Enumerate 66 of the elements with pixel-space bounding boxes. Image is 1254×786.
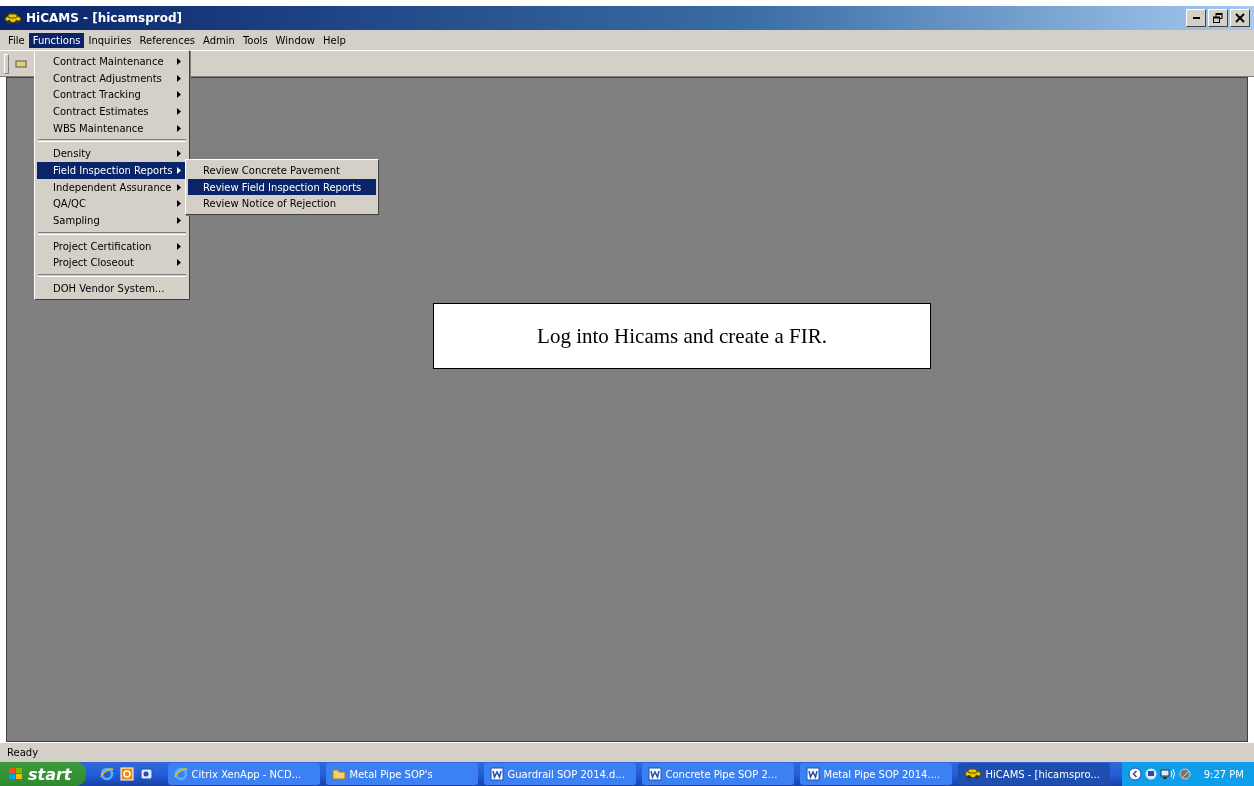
word-document-icon <box>805 767 820 781</box>
word-document-icon <box>647 767 662 781</box>
windows-icon[interactable] <box>1144 768 1157 780</box>
restore-icon <box>1213 13 1223 23</box>
minimize-icon <box>1192 17 1200 19</box>
submenu-arrow-icon <box>177 183 181 191</box>
taskbar-button[interactable]: HiCAMS - [hicamspro... <box>957 763 1110 785</box>
callout-note: Log into Hicams and create a FIR. <box>433 303 931 369</box>
menu-item[interactable]: Contract Maintenance <box>37 53 187 70</box>
menu-item[interactable]: Review Field Inspection Reports <box>188 178 376 196</box>
menu-item[interactable]: References <box>135 32 200 48</box>
submenu-arrow-icon <box>177 242 181 250</box>
submenu-arrow-icon <box>177 57 181 65</box>
menu-item[interactable]: Density <box>37 145 187 163</box>
outlook-icon[interactable] <box>119 767 134 781</box>
minimize-button[interactable] <box>1186 9 1206 27</box>
word-document-icon <box>489 767 504 781</box>
menu-item[interactable]: Admin <box>199 32 239 48</box>
menu-item[interactable]: Window <box>271 32 320 48</box>
menu-item[interactable]: Sampling <box>37 212 187 229</box>
start-button[interactable]: start <box>0 762 86 786</box>
menu-item[interactable]: File <box>4 32 29 48</box>
menu-item[interactable]: Project Closeout <box>37 254 187 272</box>
network-icon[interactable] <box>1159 768 1176 780</box>
menu-item[interactable]: QA/QC <box>37 195 187 213</box>
menu-item[interactable]: Tools <box>238 32 272 48</box>
windows-flag-icon <box>8 767 24 781</box>
menu-item[interactable]: Inquiries <box>84 32 136 48</box>
menu-item[interactable]: DOH Vendor System... <box>37 280 187 297</box>
submenu-arrow-icon <box>177 200 181 208</box>
car-icon <box>963 767 982 781</box>
browser-icon <box>173 767 188 781</box>
submenu-arrow-icon <box>177 217 181 225</box>
menu-item[interactable]: Independent Assurance <box>37 178 187 196</box>
chevron-left-icon[interactable] <box>1127 767 1142 781</box>
toolbar-grip <box>4 53 9 74</box>
submenu-arrow-icon <box>177 259 181 267</box>
menu-item[interactable]: Review Concrete Pavement <box>188 162 376 179</box>
taskbar-button[interactable]: Metal Pipe SOP's <box>325 763 478 785</box>
submenu-arrow-icon <box>177 74 181 82</box>
menu-item[interactable]: Functions <box>28 32 85 48</box>
window-title: HiCAMS - [hicamsprod] <box>26 11 183 25</box>
menu-item[interactable]: Review Notice of Rejection <box>188 195 376 213</box>
status-text: Ready <box>0 742 1254 762</box>
menu-item[interactable]: Field Inspection Reports <box>37 162 187 179</box>
desktop-icon[interactable] <box>139 767 154 781</box>
car-icon <box>4 12 22 24</box>
speaker-icon[interactable] <box>1178 768 1191 780</box>
menu-item[interactable]: Contract Adjustments <box>37 69 187 87</box>
close-button[interactable] <box>1230 9 1250 27</box>
browser-icon[interactable] <box>99 767 114 781</box>
menu-item[interactable]: Help <box>319 32 350 48</box>
folder-icon <box>331 767 346 781</box>
taskbar-button[interactable]: Citrix XenApp - NCD... <box>167 763 320 785</box>
restore-button[interactable] <box>1208 9 1228 27</box>
menu-item[interactable]: Contract Tracking <box>37 86 187 104</box>
menu-item[interactable]: WBS Maintenance <box>37 119 187 137</box>
toolbar-tool-icon[interactable] <box>15 57 27 70</box>
taskbar-button[interactable]: Guardrail SOP 2014.d... <box>483 763 636 785</box>
taskbar-button[interactable]: Concrete Pipe SOP 2... <box>641 763 794 785</box>
submenu-arrow-icon <box>177 124 181 132</box>
close-icon <box>1235 13 1245 23</box>
taskbar-button[interactable]: Metal Pipe SOP 2014.... <box>799 763 952 785</box>
clock: 9:27 PM <box>1203 768 1244 780</box>
menu-item[interactable]: Project Certification <box>37 237 187 255</box>
menu-item[interactable]: Contract Estimates <box>37 103 187 120</box>
